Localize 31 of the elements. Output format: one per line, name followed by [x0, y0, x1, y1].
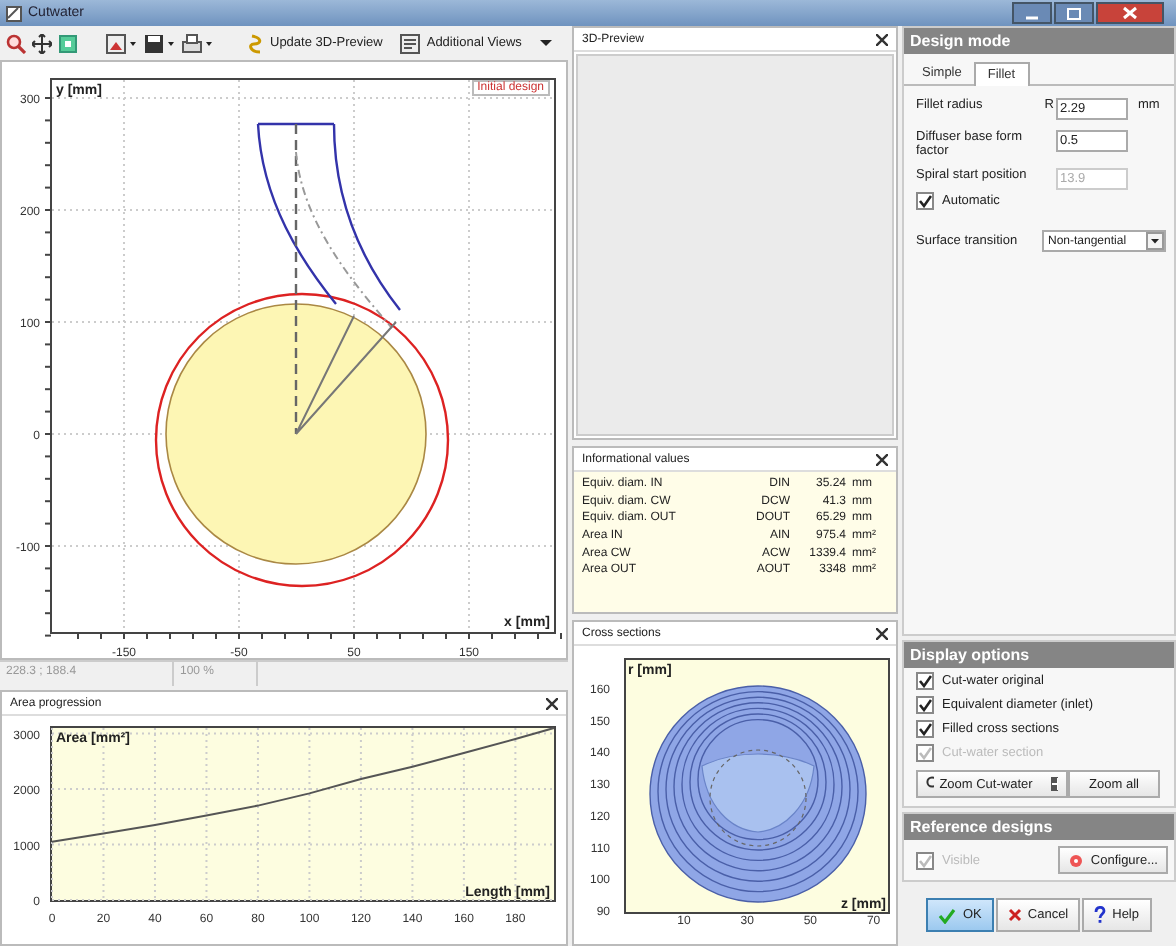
minimize-button[interactable] [1012, 2, 1052, 24]
section-header: Design mode [904, 28, 1174, 54]
caret-icon [1146, 232, 1164, 250]
section-header: Display options [904, 642, 1174, 668]
app-icon [6, 5, 22, 21]
update-icon [248, 33, 264, 53]
checkbox[interactable] [916, 192, 934, 210]
save-icon[interactable] [144, 33, 176, 53]
close-icon[interactable] [546, 697, 558, 709]
checkbox[interactable] [916, 719, 934, 737]
check-icon [938, 907, 957, 923]
close-icon[interactable] [876, 627, 888, 639]
close-icon [1122, 6, 1138, 20]
pan-icon[interactable] [32, 33, 52, 53]
maximize-button[interactable] [1054, 2, 1094, 24]
close-icon[interactable] [876, 33, 888, 45]
image-export-icon[interactable] [106, 33, 138, 53]
zoom-icon[interactable] [6, 33, 26, 53]
maximize-icon [1066, 7, 1082, 19]
radial-lines [295, 315, 397, 435]
help-icon [1094, 906, 1107, 924]
cross-icon [1007, 908, 1022, 922]
close-button[interactable] [1096, 2, 1164, 24]
print-icon[interactable] [182, 33, 214, 53]
checkbox[interactable] [916, 695, 934, 713]
close-icon[interactable] [876, 453, 888, 465]
caret-icon [539, 39, 552, 47]
checkbox[interactable] [916, 671, 934, 689]
gear-icon [1068, 852, 1085, 868]
list-icon [400, 33, 421, 53]
section-header: Reference designs [904, 814, 1174, 840]
